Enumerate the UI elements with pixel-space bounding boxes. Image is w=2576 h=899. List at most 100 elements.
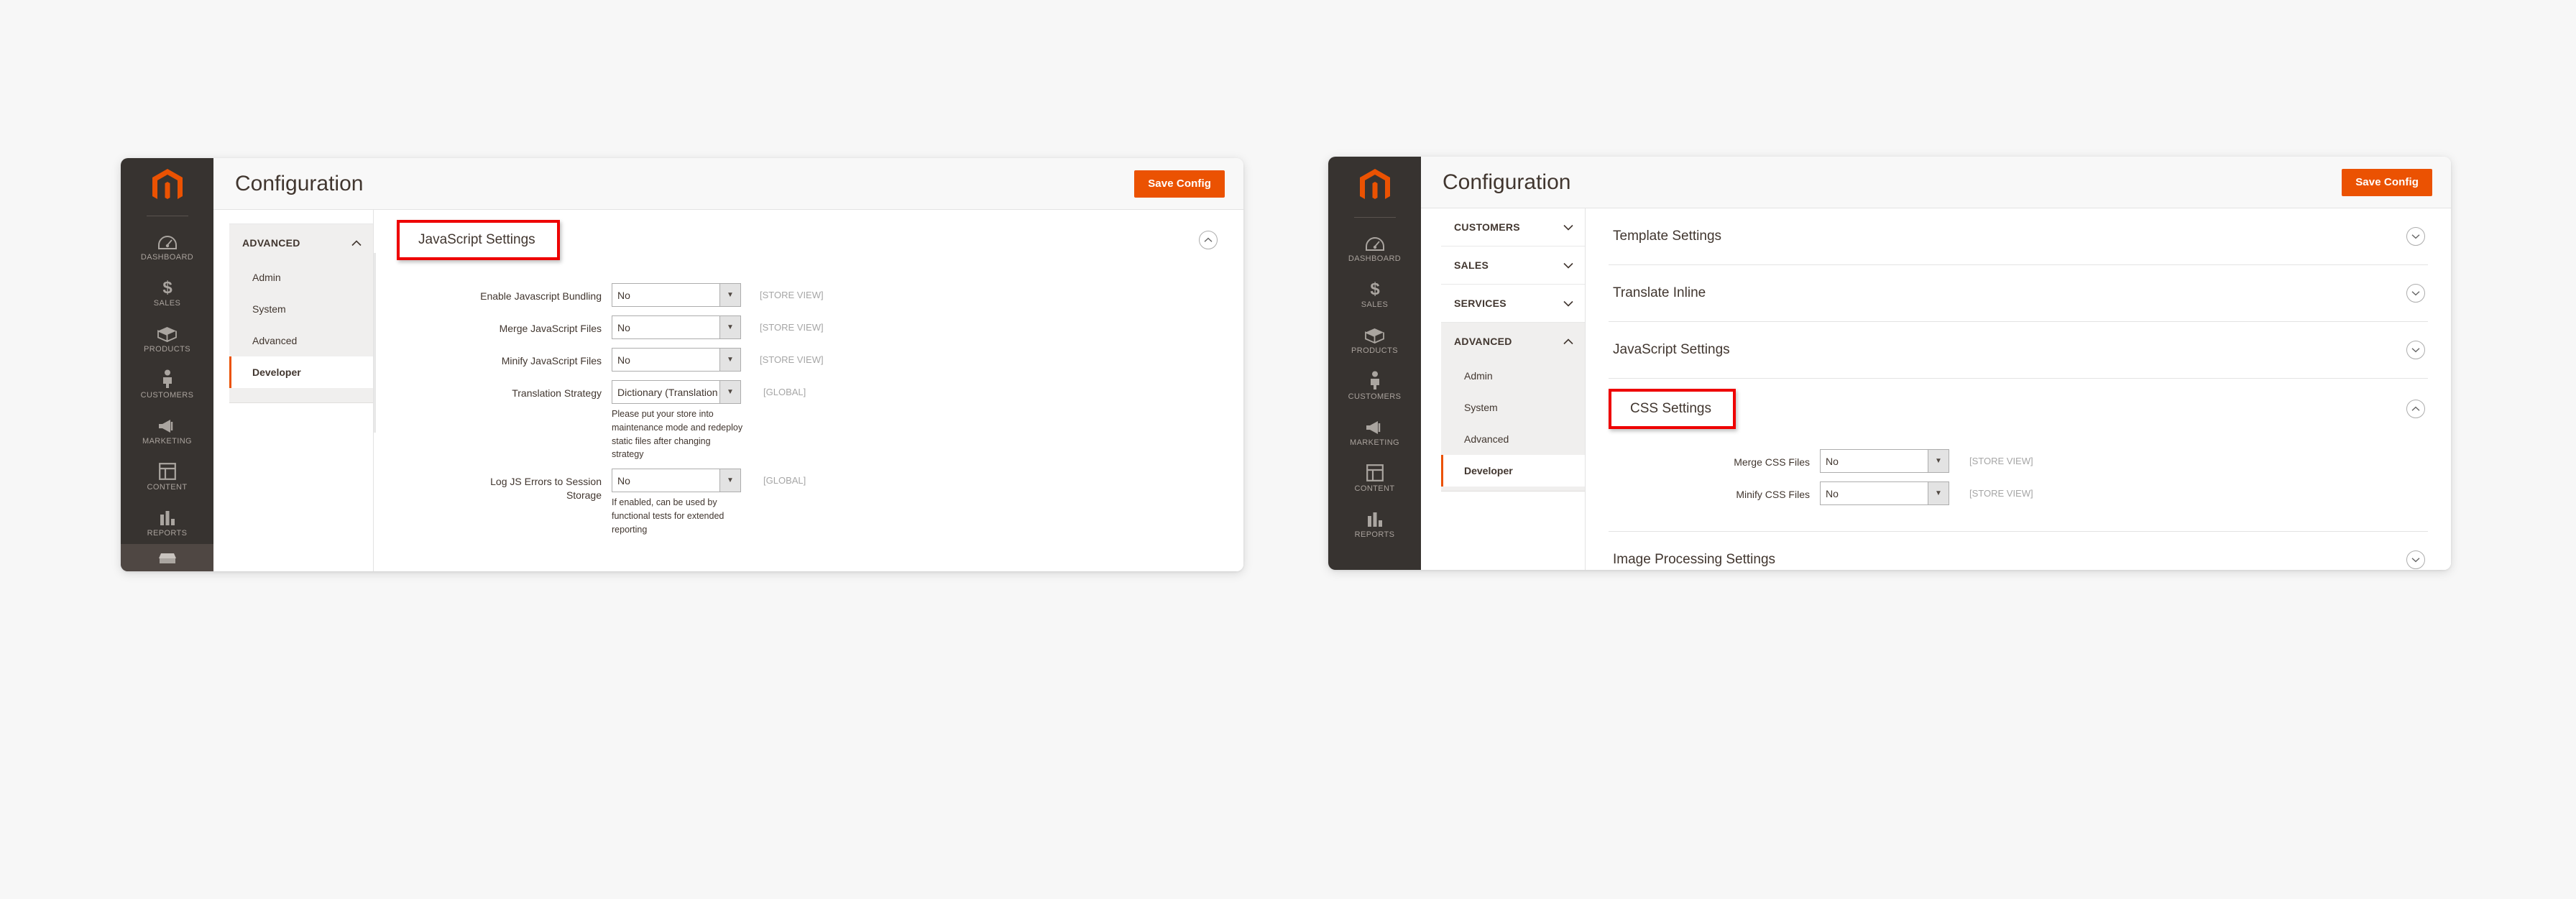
field-label: Merge CSS Files xyxy=(1734,456,1810,468)
scope-label: [STORE VIEW] xyxy=(760,290,824,300)
scope-label: [STORE VIEW] xyxy=(760,354,824,365)
left-panel-body: DASHBOARD $ SALES PRODUCTS CUSTOMERS MAR… xyxy=(121,158,1243,571)
chevron-down-icon xyxy=(1563,224,1573,231)
chevron-down-icon: ▼ xyxy=(719,381,740,403)
rail-item-sales[interactable]: $ SALES xyxy=(121,268,213,314)
rail-label: PRODUCTS xyxy=(144,345,190,354)
save-config-button[interactable]: Save Config xyxy=(2342,168,2432,196)
field-label: Translation Strategy xyxy=(512,387,602,399)
rail-item-marketing[interactable]: MARKETING xyxy=(1328,407,1421,453)
chevron-down-circle-icon[interactable] xyxy=(2406,227,2425,246)
scope-label: [STORE VIEW] xyxy=(760,322,824,333)
field-row-log-js-errors: Log JS Errors to Session Storage No ▼ If… xyxy=(465,469,1220,536)
admin-sidebar-rail-right: DASHBOARD $ SALES PRODUCTS CUSTOMERS MAR… xyxy=(1328,157,1421,570)
nav-group-header[interactable]: ADVANCED xyxy=(1441,323,1585,360)
magento-logo-icon[interactable] xyxy=(121,158,213,216)
section-header-javascript-settings[interactable]: JavaScript Settings xyxy=(397,210,1220,270)
chevron-down-icon: ▼ xyxy=(1928,482,1949,504)
translation-strategy-select[interactable]: Dictionary (Translation on Stor ▼ xyxy=(612,380,741,404)
section-translate-inline: Translate Inline xyxy=(1609,265,2428,322)
select-value: No xyxy=(1826,487,1839,499)
field-label: Merge JavaScript Files xyxy=(499,323,602,334)
nav-item-advanced[interactable]: Advanced xyxy=(1441,423,1585,455)
right-page-main: Configuration Save Config CUSTOMERS SALE… xyxy=(1421,157,2451,570)
section-title: CSS Settings xyxy=(1630,401,1711,416)
rail-label: CONTENT xyxy=(147,483,188,492)
nav-item-admin[interactable]: Admin xyxy=(1441,360,1585,392)
nav-group-label: ADVANCED xyxy=(242,237,300,249)
rail-item-content[interactable]: CONTENT xyxy=(121,452,213,498)
rail-item-customers[interactable]: CUSTOMERS xyxy=(121,360,213,406)
section-header-translate-inline[interactable]: Translate Inline xyxy=(1609,265,2428,321)
field-row-minify-css-files: Minify CSS Files No ▼ [STORE VIEW] xyxy=(1680,481,2428,505)
section-javascript-settings: JavaScript Settings Enable Javascript Bu… xyxy=(397,210,1220,562)
minify-javascript-files-select[interactable]: No ▼ xyxy=(612,348,741,372)
section-header-css-settings[interactable]: CSS Settings xyxy=(1609,379,2428,439)
section-header-template-settings[interactable]: Template Settings xyxy=(1609,208,2428,264)
rail-label: MARKETING xyxy=(142,437,192,446)
chevron-down-circle-icon[interactable] xyxy=(2406,284,2425,303)
nav-group-advanced[interactable]: ADVANCED Admin System Advanced Developer xyxy=(229,224,373,403)
enable-javascript-bundling-select[interactable]: No ▼ xyxy=(612,283,741,307)
rail-item-reports[interactable]: REPORTS xyxy=(121,498,213,544)
dollar-sign-icon: $ xyxy=(1364,277,1386,298)
config-nav-right: CUSTOMERS SALES SERVICES ADVANCED Admin … xyxy=(1441,208,1586,570)
chevron-down-circle-icon[interactable] xyxy=(2406,550,2425,569)
nav-item-system[interactable]: System xyxy=(229,293,373,325)
chevron-up-icon xyxy=(1563,338,1573,345)
section-javascript-settings: JavaScript Settings xyxy=(1609,322,2428,379)
section-title: Translate Inline xyxy=(1613,285,1706,300)
chevron-up-circle-icon[interactable] xyxy=(1199,231,1218,249)
rail-item-dashboard[interactable]: DASHBOARD xyxy=(1328,223,1421,269)
minify-css-files-select[interactable]: No ▼ xyxy=(1820,481,1949,505)
nav-item-advanced[interactable]: Advanced xyxy=(229,325,373,356)
nav-group-advanced[interactable]: ADVANCED Admin System Advanced Developer xyxy=(1441,323,1585,492)
nav-group-header[interactable]: CUSTOMERS xyxy=(1441,208,1585,246)
rail-item-content[interactable]: CONTENT xyxy=(1328,453,1421,499)
nav-group-sales[interactable]: SALES xyxy=(1441,246,1585,285)
magento-logo-icon[interactable] xyxy=(1328,157,1421,217)
nav-group-header[interactable]: SALES xyxy=(1441,246,1585,284)
svg-text:$: $ xyxy=(162,278,172,296)
merge-css-files-select[interactable]: No ▼ xyxy=(1820,449,1949,473)
rail-item-sales[interactable]: $ SALES xyxy=(1328,269,1421,315)
field-control: No ▼ [STORE VIEW] xyxy=(612,315,824,339)
log-js-errors-select[interactable]: No ▼ xyxy=(612,469,741,492)
nav-group-customers[interactable]: CUSTOMERS xyxy=(1441,208,1585,246)
save-config-button[interactable]: Save Config xyxy=(1134,170,1225,198)
rail-item-reports[interactable]: REPORTS xyxy=(1328,499,1421,545)
rail-item-products[interactable]: PRODUCTS xyxy=(1328,315,1421,361)
nav-group-header[interactable]: SERVICES xyxy=(1441,285,1585,322)
field-label: Minify JavaScript Files xyxy=(501,355,602,366)
nav-group-services[interactable]: SERVICES xyxy=(1441,285,1585,323)
field-control: Dictionary (Translation on Stor ▼ Please… xyxy=(612,380,806,461)
nav-item-admin[interactable]: Admin xyxy=(229,262,373,293)
rail-item-products[interactable]: PRODUCTS xyxy=(121,314,213,360)
chevron-down-icon: ▼ xyxy=(719,316,740,338)
field-row-enable-javascript-bundling: Enable Javascript Bundling No ▼ [STORE V… xyxy=(465,283,1220,307)
select-value: No xyxy=(617,289,630,301)
nav-item-system[interactable]: System xyxy=(1441,392,1585,423)
dashboard-gauge-icon xyxy=(1364,231,1386,252)
config-nav-left: ADVANCED Admin System Advanced Developer xyxy=(229,210,374,571)
config-content-left: JavaScript Settings Enable Javascript Bu… xyxy=(374,210,1243,571)
chevron-down-circle-icon[interactable] xyxy=(2406,341,2425,359)
nav-group-header[interactable]: ADVANCED xyxy=(229,224,373,262)
field-hint: If enabled, can be used by functional te… xyxy=(612,497,724,535)
chevron-down-icon: ▼ xyxy=(719,349,740,371)
section-header-javascript-settings[interactable]: JavaScript Settings xyxy=(1609,322,2428,378)
scroll-indicator[interactable] xyxy=(374,253,376,433)
rail-item-customers[interactable]: CUSTOMERS xyxy=(1328,361,1421,407)
rail-item-dashboard[interactable]: DASHBOARD xyxy=(121,222,213,268)
nav-item-developer[interactable]: Developer xyxy=(1441,455,1585,487)
rail-label: DASHBOARD xyxy=(1348,254,1402,263)
nav-item-developer[interactable]: Developer xyxy=(229,356,373,388)
field-control: No ▼ If enabled, can be used by function… xyxy=(612,469,806,536)
merge-javascript-files-select[interactable]: No ▼ xyxy=(612,315,741,339)
rail-label: CONTENT xyxy=(1354,484,1395,493)
rail-item-stores[interactable] xyxy=(121,544,213,571)
section-header-image-processing-settings[interactable]: Image Processing Settings xyxy=(1609,532,2428,570)
chevron-up-circle-icon[interactable] xyxy=(2406,400,2425,418)
rail-item-marketing[interactable]: MARKETING xyxy=(121,406,213,452)
rail-label: MARKETING xyxy=(1350,438,1399,447)
